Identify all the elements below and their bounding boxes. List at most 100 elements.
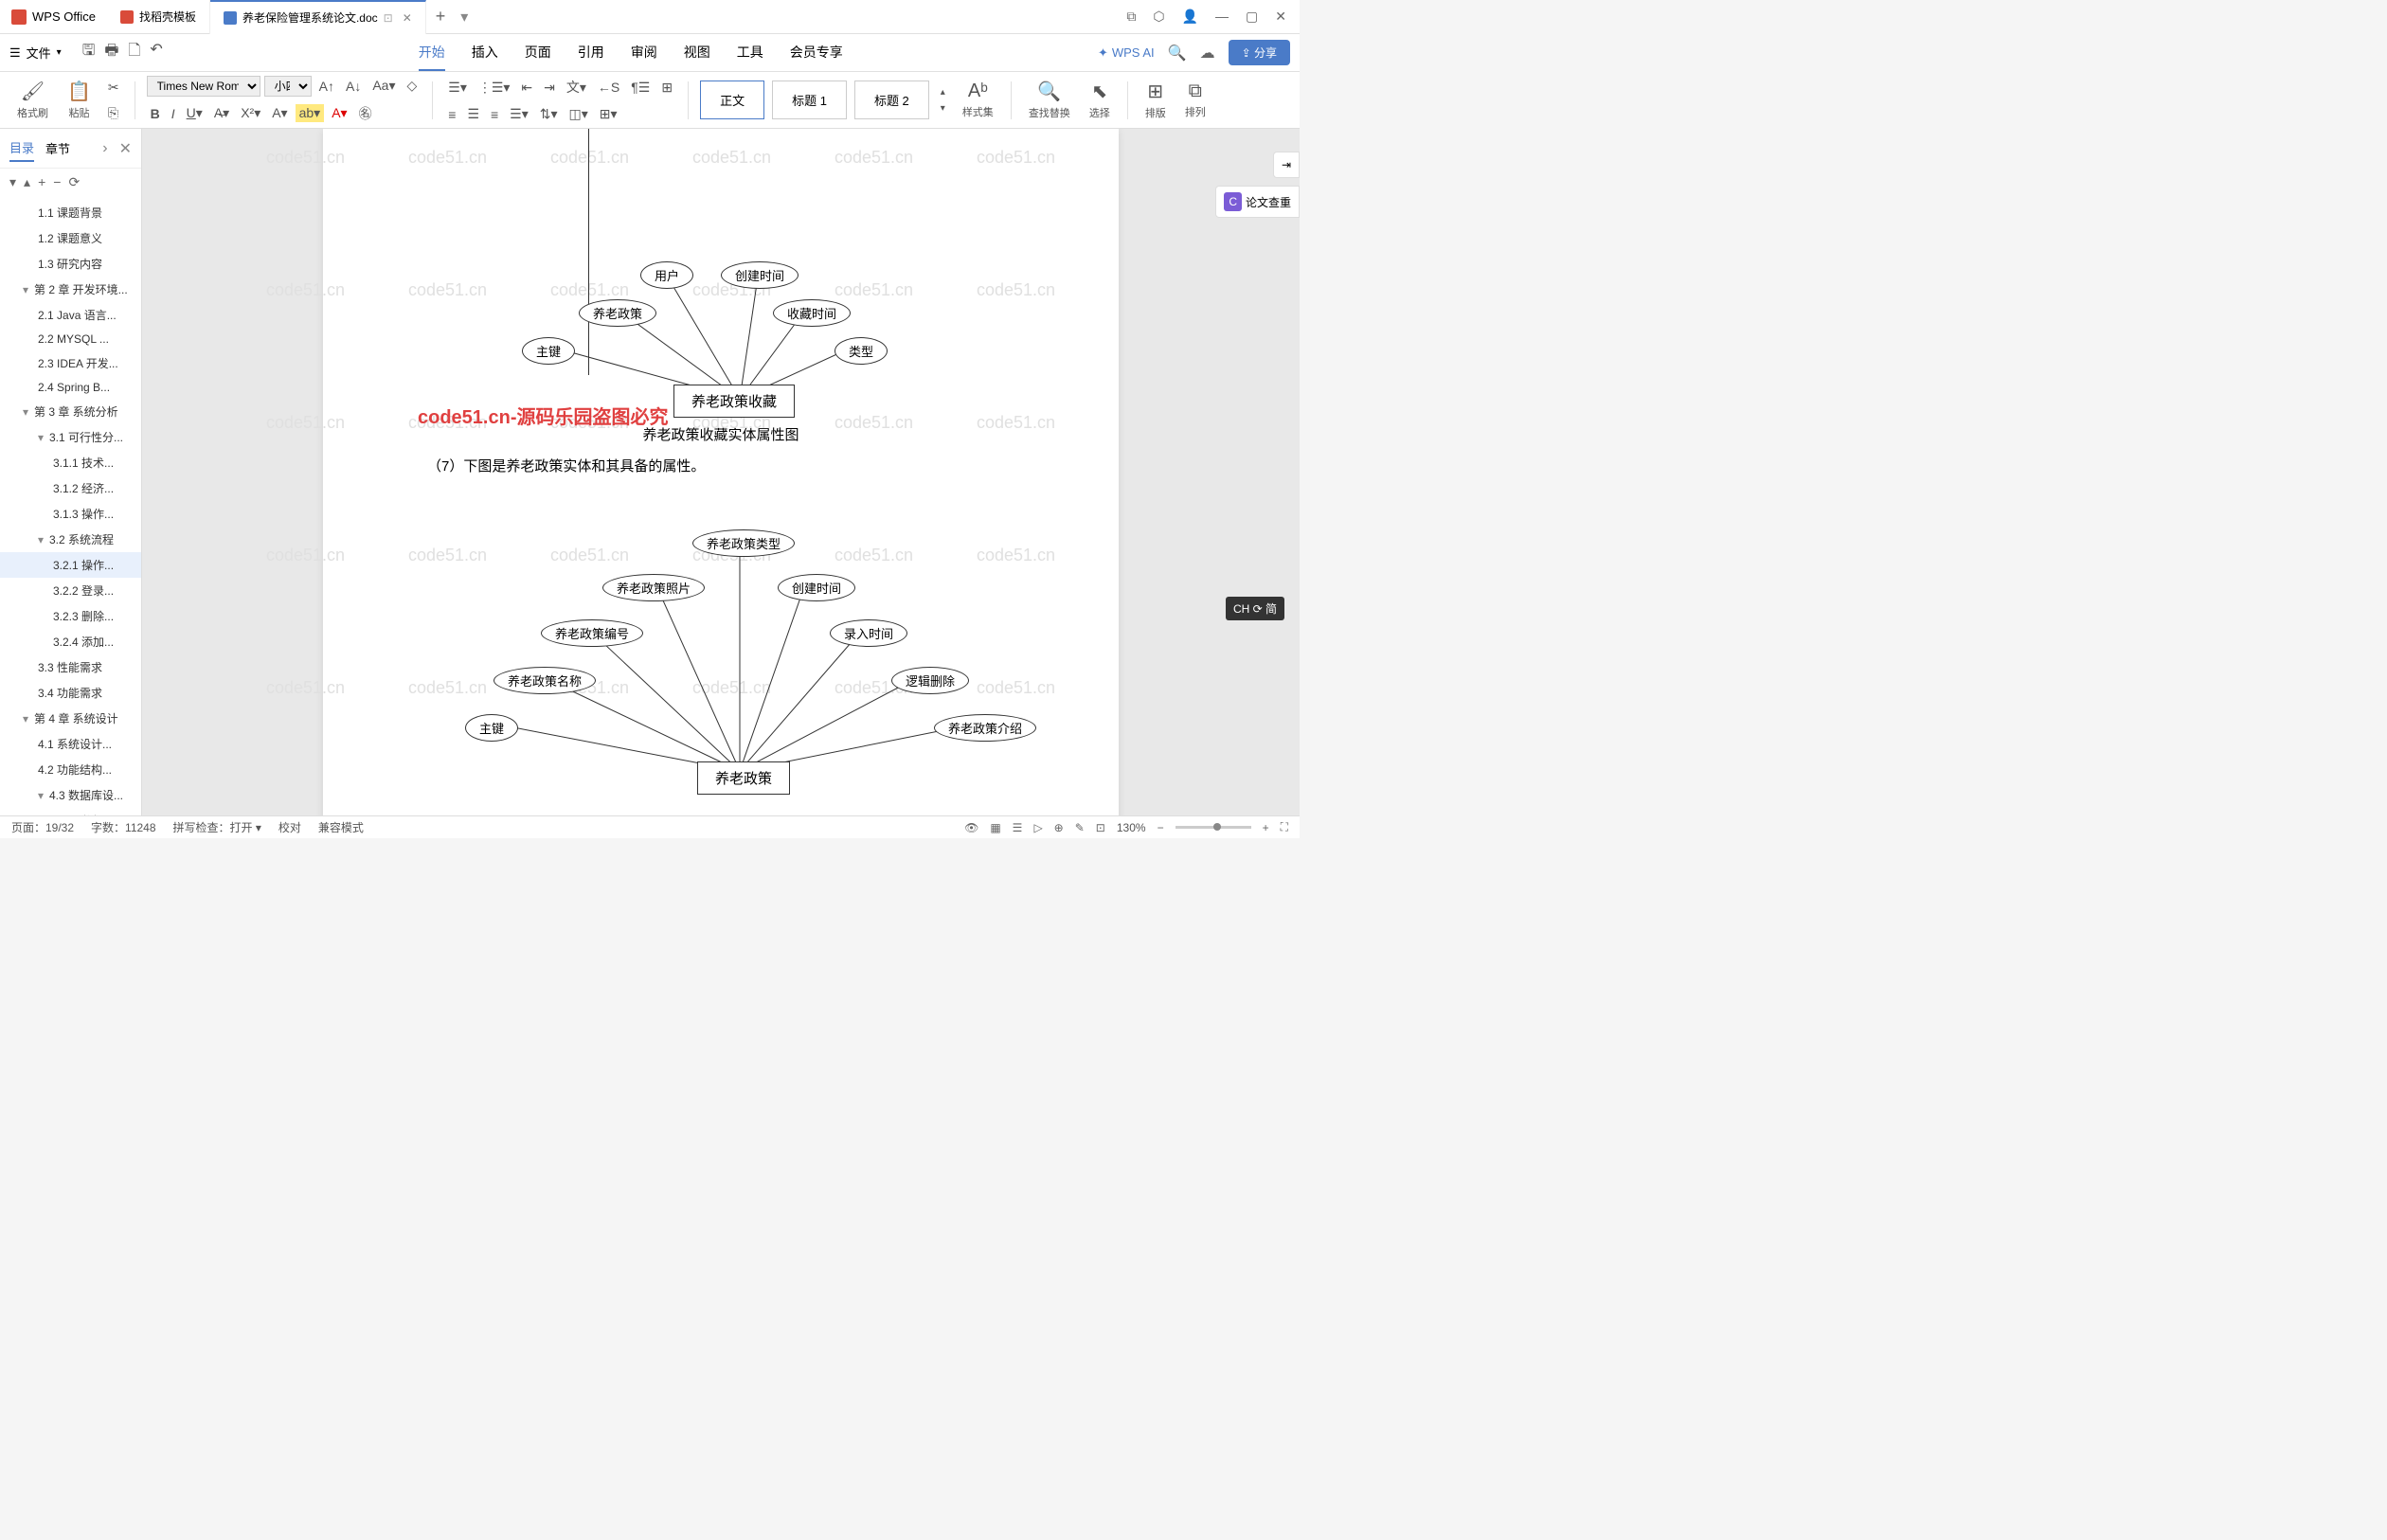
- style-up-icon[interactable]: ▴: [937, 85, 949, 99]
- document-area[interactable]: code51.cncode51.cncode51.cncode51.cncode…: [142, 129, 1300, 815]
- zoom-level[interactable]: 130%: [1117, 821, 1146, 834]
- nav-item[interactable]: 4.3.1 数据...: [0, 808, 141, 815]
- nav-item[interactable]: ▾第 3 章 系统分析: [0, 399, 141, 424]
- select-group[interactable]: ⬉ 选择: [1084, 80, 1116, 120]
- menu-tab-reference[interactable]: 引用: [578, 35, 604, 71]
- zoom-in-icon[interactable]: +: [1263, 821, 1269, 834]
- pen-icon[interactable]: ✎: [1075, 821, 1085, 834]
- nav-tab-chapter[interactable]: 章节: [45, 135, 70, 161]
- nav-item[interactable]: ▾第 4 章 系统设计: [0, 706, 141, 731]
- tab-more-icon[interactable]: ▾: [455, 8, 474, 27]
- shrink-font-icon[interactable]: A↓: [342, 77, 365, 96]
- proofing-status[interactable]: 校对: [278, 819, 301, 835]
- add-icon[interactable]: +: [38, 174, 45, 190]
- align-right-icon[interactable]: ≡: [487, 105, 502, 124]
- refresh-icon[interactable]: ⟳: [68, 174, 80, 190]
- avatar-icon[interactable]: 👤: [1182, 9, 1198, 25]
- save-icon[interactable]: 🖫: [82, 40, 96, 65]
- italic-icon[interactable]: I: [168, 104, 179, 123]
- snap-icon[interactable]: ⊞: [657, 78, 676, 98]
- style-normal[interactable]: 正文: [700, 81, 764, 119]
- nav-item[interactable]: 2.3 IDEA 开发...: [0, 350, 141, 376]
- nav-item[interactable]: 4.2 功能结构...: [0, 757, 141, 782]
- cube-icon[interactable]: ⬡: [1153, 9, 1164, 25]
- superscript-icon[interactable]: X²▾: [237, 103, 264, 123]
- nav-item[interactable]: 3.2.4 添加...: [0, 629, 141, 654]
- bold-icon[interactable]: B: [147, 104, 164, 123]
- nav-item[interactable]: 1.2 课题意义: [0, 225, 141, 251]
- tab-add-button[interactable]: +: [426, 7, 456, 27]
- collapse-panel-button[interactable]: ⇥: [1273, 152, 1300, 178]
- menu-tab-member[interactable]: 会员专享: [790, 35, 843, 71]
- nav-item[interactable]: 3.2.2 登录...: [0, 578, 141, 603]
- nav-close-icon[interactable]: ✕: [119, 139, 132, 158]
- tab-template[interactable]: 找稻壳模板: [107, 0, 210, 34]
- zoom-slider[interactable]: [1176, 826, 1251, 829]
- line-spacing-icon[interactable]: ⇅▾: [536, 104, 562, 124]
- paste-group[interactable]: 📋 粘贴: [62, 80, 97, 120]
- menu-tab-insert[interactable]: 插入: [472, 35, 498, 71]
- tab-close-icon[interactable]: ✕: [403, 11, 412, 25]
- circle-char-icon[interactable]: ㊔: [355, 102, 376, 125]
- menu-tab-page[interactable]: 页面: [525, 35, 551, 71]
- print-preview-icon[interactable]: 🗋: [128, 40, 140, 65]
- nav-tab-outline[interactable]: 目录: [9, 134, 34, 162]
- cloud-icon[interactable]: ☁: [1200, 44, 1215, 63]
- maximize-button[interactable]: ▢: [1246, 9, 1258, 25]
- menu-tab-review[interactable]: 审阅: [631, 35, 657, 71]
- nav-item[interactable]: 1.3 研究内容: [0, 251, 141, 277]
- number-list-icon[interactable]: ⋮☰▾: [475, 78, 514, 98]
- play-icon[interactable]: ▷: [1033, 821, 1042, 834]
- nav-item[interactable]: 3.2.3 删除...: [0, 603, 141, 629]
- style-h2[interactable]: 标题 2: [854, 81, 929, 119]
- nav-item[interactable]: 3.1.1 技术...: [0, 450, 141, 475]
- highlight-icon[interactable]: ab▾: [296, 104, 325, 122]
- thesis-check-button[interactable]: C 论文查重: [1215, 186, 1300, 218]
- nav-item[interactable]: 3.1.3 操作...: [0, 501, 141, 527]
- align-left-icon[interactable]: ≡: [444, 105, 459, 124]
- order-group[interactable]: ⧉ 排列: [1179, 81, 1211, 119]
- nav-item[interactable]: 2.2 MYSQL ...: [0, 328, 141, 350]
- focus-icon[interactable]: ⊡: [1096, 821, 1105, 834]
- wps-ai-button[interactable]: ✦ WPS AI: [1098, 45, 1155, 61]
- copy-icon[interactable]: ⎘: [104, 103, 123, 123]
- format-painter-group[interactable]: 🖌 格式刷: [11, 80, 54, 120]
- outline-view-icon[interactable]: ☰: [1013, 821, 1023, 834]
- nav-item[interactable]: 3.3 性能需求: [0, 654, 141, 680]
- nav-item[interactable]: 1.1 课题背景: [0, 200, 141, 225]
- font-name-select[interactable]: Times New Roman: [147, 76, 260, 97]
- font-color-icon[interactable]: A▾: [328, 103, 350, 123]
- nav-item[interactable]: ▾3.2 系统流程: [0, 527, 141, 552]
- app-logo[interactable]: WPS Office: [0, 9, 107, 25]
- indent-inc-icon[interactable]: ⇥: [540, 78, 559, 98]
- nav-item[interactable]: 3.4 功能需求: [0, 680, 141, 706]
- shading-icon[interactable]: ◫▾: [565, 104, 592, 124]
- nav-item[interactable]: 3.2.1 操作...: [0, 552, 141, 578]
- nav-item[interactable]: ▾第 2 章 开发环境...: [0, 277, 141, 302]
- bullet-list-icon[interactable]: ☰▾: [444, 78, 471, 98]
- change-case-icon[interactable]: Aa▾: [368, 76, 399, 96]
- expand-down-icon[interactable]: ▾: [9, 174, 16, 190]
- find-replace-group[interactable]: 🔍 查找替换: [1023, 80, 1076, 120]
- eye-icon[interactable]: 👁: [964, 821, 978, 834]
- minimize-button[interactable]: —: [1215, 9, 1229, 25]
- arrange-group[interactable]: ⊞ 排版: [1140, 80, 1172, 120]
- page-view-icon[interactable]: ▦: [990, 821, 1000, 834]
- cut-icon[interactable]: ✂: [104, 78, 123, 98]
- nav-item[interactable]: ▾3.1 可行性分...: [0, 424, 141, 450]
- indent-icon[interactable]: ¶☰: [627, 78, 654, 98]
- file-menu[interactable]: ☰ 文件 ▾: [9, 44, 73, 62]
- print-icon[interactable]: 🖶: [104, 40, 118, 65]
- tab-pin-icon[interactable]: ⊡: [384, 11, 393, 25]
- align-center-icon[interactable]: ☰: [463, 104, 483, 124]
- nav-item[interactable]: 4.1 系统设计...: [0, 731, 141, 757]
- indent-dec-icon[interactable]: ⇤: [517, 78, 536, 98]
- spell-check-status[interactable]: 拼写检查：打开 ▾: [173, 819, 261, 835]
- text-effect-icon[interactable]: A▾: [268, 103, 291, 123]
- grow-font-icon[interactable]: A↑: [315, 77, 338, 96]
- page-indicator[interactable]: 页面：19/32: [11, 819, 74, 835]
- text-direction-icon[interactable]: 文▾: [563, 76, 590, 98]
- underline-icon[interactable]: U▾: [183, 103, 206, 123]
- nav-item[interactable]: 2.1 Java 语言...: [0, 302, 141, 328]
- multi-window-icon[interactable]: ⧉: [1126, 9, 1136, 25]
